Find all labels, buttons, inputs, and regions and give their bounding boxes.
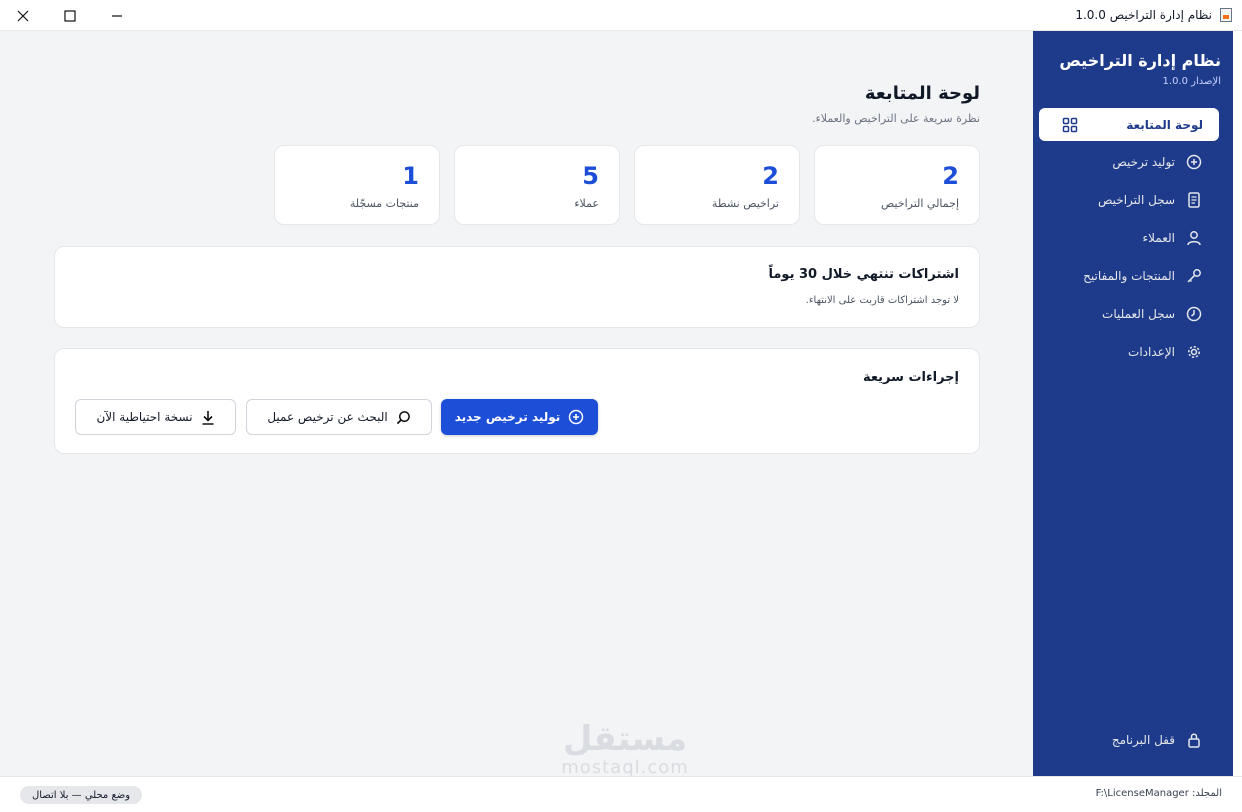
document-icon [1185,191,1203,209]
quick-actions-title: إجراءات سريعة [862,370,959,385]
page-title: لوحة المتابعة [864,83,980,104]
clock-icon [1185,305,1203,323]
stat-label: إجمالي التراخيص [880,197,959,210]
close-icon [17,10,29,21]
watermark-logo-text: مستقل [562,719,688,759]
sidebar-item-label: سجل التراخيص [1097,192,1175,207]
new-license-button[interactable]: توليد ترخيص جديد [441,399,598,435]
stat-card-active-licenses: 2 تراخيص نشطة [634,145,800,225]
download-icon [202,410,214,425]
sidebar-item-license-log[interactable]: سجل التراخيص [1039,183,1219,216]
stat-label: منتجات مسجّلة [349,197,419,210]
sidebar-item-label: سجل العمليات [1102,306,1175,321]
stat-card-total-licenses: 2 إجمالي التراخيص [814,145,980,225]
sidebar-item-settings[interactable]: الإعدادات [1039,335,1219,368]
key-icon [1185,267,1203,285]
status-bar: وضع محلي — بلا اتصال المجلد: F:\LicenseM… [0,776,1242,812]
sidebar-item-generate-license[interactable]: توليد ترخيص [1039,145,1219,178]
sidebar-item-products-keys[interactable]: المنتجات والمفاتيح [1039,259,1219,292]
new-license-label: توليد ترخيص جديد [454,410,561,424]
title-bar: نظام إدارة التراخيص 1.0.0 [0,0,1242,31]
stat-label: عملاء [574,197,599,210]
expiring-text: لا توجد اشتراكات قاربت على الانتهاء. [805,295,959,306]
sidebar-item-label: الإعدادات [1128,344,1175,359]
main-content: لوحة المتابعة نظرة سريعة على التراخيص وا… [0,31,1033,778]
lock-icon [1185,731,1203,749]
backup-now-label: نسخة احتياطية الآن [96,410,193,424]
sidebar-item-customers[interactable]: العملاء [1039,221,1219,254]
page-subtitle: نظرة سريعة على التراخيص والعملاء. [812,112,980,125]
maximize-icon [64,9,76,22]
folder-path: المجلد: F:\LicenseManager [1095,788,1222,799]
sidebar-item-label: المنتجات والمفاتيح [1083,268,1175,283]
maximize-window-button[interactable] [47,0,93,31]
connection-status-badge: وضع محلي — بلا اتصال [20,786,143,804]
lock-app-button[interactable]: قفل البرنامج [1112,731,1203,749]
search-license-button[interactable]: البحث عن ترخيص عميل [246,399,432,435]
brand-title: نظام إدارة التراخيص [1059,51,1221,70]
sidebar-item-label: العملاء [1142,230,1175,245]
dashboard-grid-icon [1061,116,1079,134]
backup-now-button[interactable]: نسخة احتياطية الآن [75,399,236,435]
expiring-subscriptions-card: اشتراكات تنتهي خلال 30 يوماً لا توجد اشت… [54,246,980,328]
gear-icon [1185,343,1203,361]
version-label: الإصدار 1.0.0 [1162,76,1221,87]
search-icon [396,410,410,424]
stat-card-customers: 5 عملاء [454,145,620,225]
minimize-window-button[interactable] [94,0,140,31]
mostaql-watermark: مستقل mostaql.com [545,721,705,778]
user-icon [1185,229,1203,247]
lock-app-label: قفل البرنامج [1111,733,1175,747]
sidebar-item-label: لوحة المتابعة [1126,117,1203,132]
stat-value: 2 [762,162,779,190]
sidebar-item-operations-log[interactable]: سجل العمليات [1039,297,1219,330]
minimize-icon [112,14,122,17]
stat-label: تراخيص نشطة [711,197,779,210]
quick-actions-card: إجراءات سريعة توليد ترخيص جديد البحث عن … [54,348,980,454]
watermark-url: mostaql.com [561,757,689,778]
expiring-title: اشتراكات تنتهي خلال 30 يوماً [768,267,959,282]
close-window-button[interactable] [0,0,46,31]
stat-value: 5 [582,162,599,190]
stat-value: 2 [942,162,959,190]
window-title: نظام إدارة التراخيص 1.0.0 [1075,8,1212,22]
app-icon [1220,8,1232,22]
stat-value: 1 [402,162,419,190]
sidebar: نظام إدارة التراخيص الإصدار 1.0.0 لوحة ا… [1033,31,1233,776]
plus-circle-icon [569,409,584,425]
stat-card-products: 1 منتجات مسجّلة [274,145,440,225]
sidebar-item-label: توليد ترخيص [1112,154,1175,169]
search-license-label: البحث عن ترخيص عميل [267,410,388,424]
plus-circle-icon [1185,153,1203,171]
sidebar-item-dashboard[interactable]: لوحة المتابعة [1039,108,1219,141]
